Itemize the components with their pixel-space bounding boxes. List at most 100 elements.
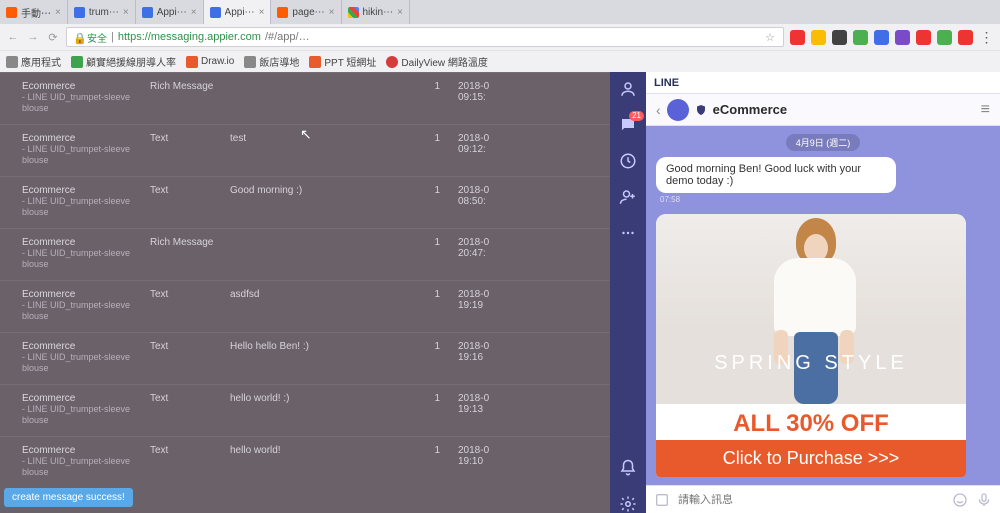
content-cell: test <box>230 133 370 166</box>
date-cell: 2018-019:19 <box>440 289 500 322</box>
extension-icon[interactable] <box>790 30 805 45</box>
type-cell: Rich Message <box>150 81 230 114</box>
browser-tab[interactable]: page⋯× <box>271 0 341 24</box>
extension-icon[interactable] <box>811 30 826 45</box>
rich-message-card[interactable]: SPRING STYLE ALL 30% OFF Click to Purcha… <box>656 214 966 477</box>
segment-cell: Ecommerce- LINE UID_trumpet-sleeve blous… <box>0 393 150 426</box>
messages-panel: Ecommerce- LINE UID_trumpet-sleeve blous… <box>0 72 610 513</box>
content-cell: Hello hello Ben! :) <box>230 341 370 374</box>
close-icon[interactable]: × <box>397 7 403 18</box>
date-cell: 2018-019:13 <box>440 393 500 426</box>
hamburger-icon[interactable]: ≡ <box>981 101 990 119</box>
bookmark-item[interactable]: Draw.io <box>186 56 234 68</box>
content-cell: hello world! <box>230 445 370 478</box>
close-icon[interactable]: × <box>259 7 265 18</box>
date-cell: 2018-008:50: <box>440 185 500 218</box>
type-cell: Text <box>150 445 230 478</box>
segment-cell: Ecommerce- LINE UID_trumpet-sleeve blous… <box>0 185 150 218</box>
table-row[interactable]: Ecommerce- LINE UID_trumpet-sleeve blous… <box>0 228 610 280</box>
segment-cell: Ecommerce- LINE UID_trumpet-sleeve blous… <box>0 445 150 478</box>
promo-overlay-text: SPRING STYLE <box>656 352 966 375</box>
browser-tab[interactable]: Appi⋯× <box>204 0 272 24</box>
browser-tab[interactable]: trum⋯× <box>68 0 136 24</box>
content-cell: hello world! :) <box>230 393 370 426</box>
extension-icon[interactable] <box>874 30 889 45</box>
mic-icon[interactable] <box>976 492 992 508</box>
star-icon[interactable]: ☆ <box>763 30 777 44</box>
segment-cell: Ecommerce- LINE UID_trumpet-sleeve blous… <box>0 81 150 114</box>
type-cell: Text <box>150 289 230 322</box>
back-icon[interactable]: ← <box>6 30 20 44</box>
chat-header: ‹ eCommerce ≡ <box>646 94 1000 126</box>
emoji-icon[interactable] <box>952 492 968 508</box>
bookmark-item[interactable]: 顧實絕援線朋導人率 <box>71 54 176 69</box>
toast-success: create message success! <box>4 488 133 507</box>
extension-icon[interactable] <box>937 30 952 45</box>
extension-icon[interactable] <box>958 30 973 45</box>
chat-body[interactable]: 4月9日 (週二) Good morning Ben! Good luck wi… <box>646 126 1000 485</box>
bookmark-bar: 應用程式 顧實絕援線朋導人率 Draw.io 飯店導地 PPT 短網址 Dail… <box>0 50 1000 72</box>
chat-window: LINE ‹ eCommerce ≡ 4月9日 (週二) Good mornin… <box>646 72 1000 513</box>
browser-tabs: 手動⋯× trum⋯× Appi⋯× Appi⋯× page⋯× hikin⋯× <box>0 0 1000 24</box>
count-cell: 1 <box>370 237 440 270</box>
count-cell: 1 <box>370 393 440 426</box>
count-cell: 1 <box>370 445 440 478</box>
model-figure <box>756 214 866 404</box>
type-cell: Text <box>150 393 230 426</box>
close-icon[interactable]: × <box>329 7 335 18</box>
segment-cell: Ecommerce- LINE UID_trumpet-sleeve blous… <box>0 341 150 374</box>
type-cell: Rich Message <box>150 237 230 270</box>
lock-icon: 🔒 <box>73 32 83 42</box>
table-row[interactable]: Ecommerce- LINE UID_trumpet-sleeve blous… <box>0 72 610 124</box>
close-icon[interactable]: × <box>55 7 61 18</box>
chat-input[interactable] <box>678 494 944 506</box>
line-sidebar: 21 <box>610 72 646 513</box>
promo-cta-button[interactable]: Click to Purchase >>> <box>656 440 966 477</box>
reload-icon[interactable]: ⟳ <box>46 30 60 44</box>
table-row[interactable]: Ecommerce- LINE UID_trumpet-sleeve blous… <box>0 176 610 228</box>
bookmark-item[interactable]: DailyView 網路溫度 <box>386 54 488 69</box>
close-icon[interactable]: × <box>191 7 197 18</box>
date-cell: 2018-019:16 <box>440 341 500 374</box>
extension-icon[interactable] <box>916 30 931 45</box>
date-cell: 2018-019:10 <box>440 445 500 478</box>
content-cell: Good morning :) <box>230 185 370 218</box>
bookmark-item[interactable]: 應用程式 <box>6 54 61 69</box>
menu-icon[interactable] <box>979 30 994 45</box>
chat-icon[interactable]: 21 <box>619 116 637 134</box>
forward-icon[interactable]: → <box>26 30 40 44</box>
browser-tab[interactable]: Appi⋯× <box>136 0 204 24</box>
chat-title: eCommerce <box>713 102 787 117</box>
extension-icon[interactable] <box>895 30 910 45</box>
clock-icon[interactable] <box>619 152 637 170</box>
attach-icon[interactable] <box>654 492 670 508</box>
segment-cell: Ecommerce- LINE UID_trumpet-sleeve blous… <box>0 289 150 322</box>
table-row[interactable]: Ecommerce- LINE UID_trumpet-sleeve blous… <box>0 280 610 332</box>
bookmark-item[interactable]: PPT 短網址 <box>309 54 376 69</box>
back-icon[interactable]: ‹ <box>656 102 661 118</box>
count-cell: 1 <box>370 341 440 374</box>
date-pill: 4月9日 (週二) <box>786 134 861 151</box>
gear-icon[interactable] <box>619 495 637 513</box>
segment-cell: Ecommerce- LINE UID_trumpet-sleeve blous… <box>0 237 150 270</box>
person-icon[interactable] <box>619 80 637 98</box>
url-input[interactable]: 🔒 安全 | https://messaging.appier.com/#/ap… <box>66 27 784 47</box>
table-row[interactable]: Ecommerce- LINE UID_trumpet-sleeve blous… <box>0 332 610 384</box>
bookmark-item[interactable]: 飯店導地 <box>244 54 299 69</box>
close-icon[interactable]: × <box>123 7 129 18</box>
segment-cell: Ecommerce- LINE UID_trumpet-sleeve blous… <box>0 133 150 166</box>
browser-tab[interactable]: hikin⋯× <box>342 0 410 24</box>
table-row[interactable]: Ecommerce- LINE UID_trumpet-sleeve blous… <box>0 436 610 488</box>
count-cell: 1 <box>370 133 440 166</box>
extension-icon[interactable] <box>853 30 868 45</box>
promo-discount-text: ALL 30% OFF <box>656 404 966 440</box>
extension-icon[interactable] <box>832 30 847 45</box>
bell-icon[interactable] <box>619 459 637 477</box>
more-icon[interactable] <box>619 224 637 242</box>
table-row[interactable]: Ecommerce- LINE UID_trumpet-sleeve blous… <box>0 384 610 436</box>
add-friend-icon[interactable] <box>619 188 637 206</box>
avatar[interactable] <box>667 99 689 121</box>
browser-tab[interactable]: 手動⋯× <box>0 0 68 24</box>
table-row[interactable]: Ecommerce- LINE UID_trumpet-sleeve blous… <box>0 124 610 176</box>
type-cell: Text <box>150 185 230 218</box>
